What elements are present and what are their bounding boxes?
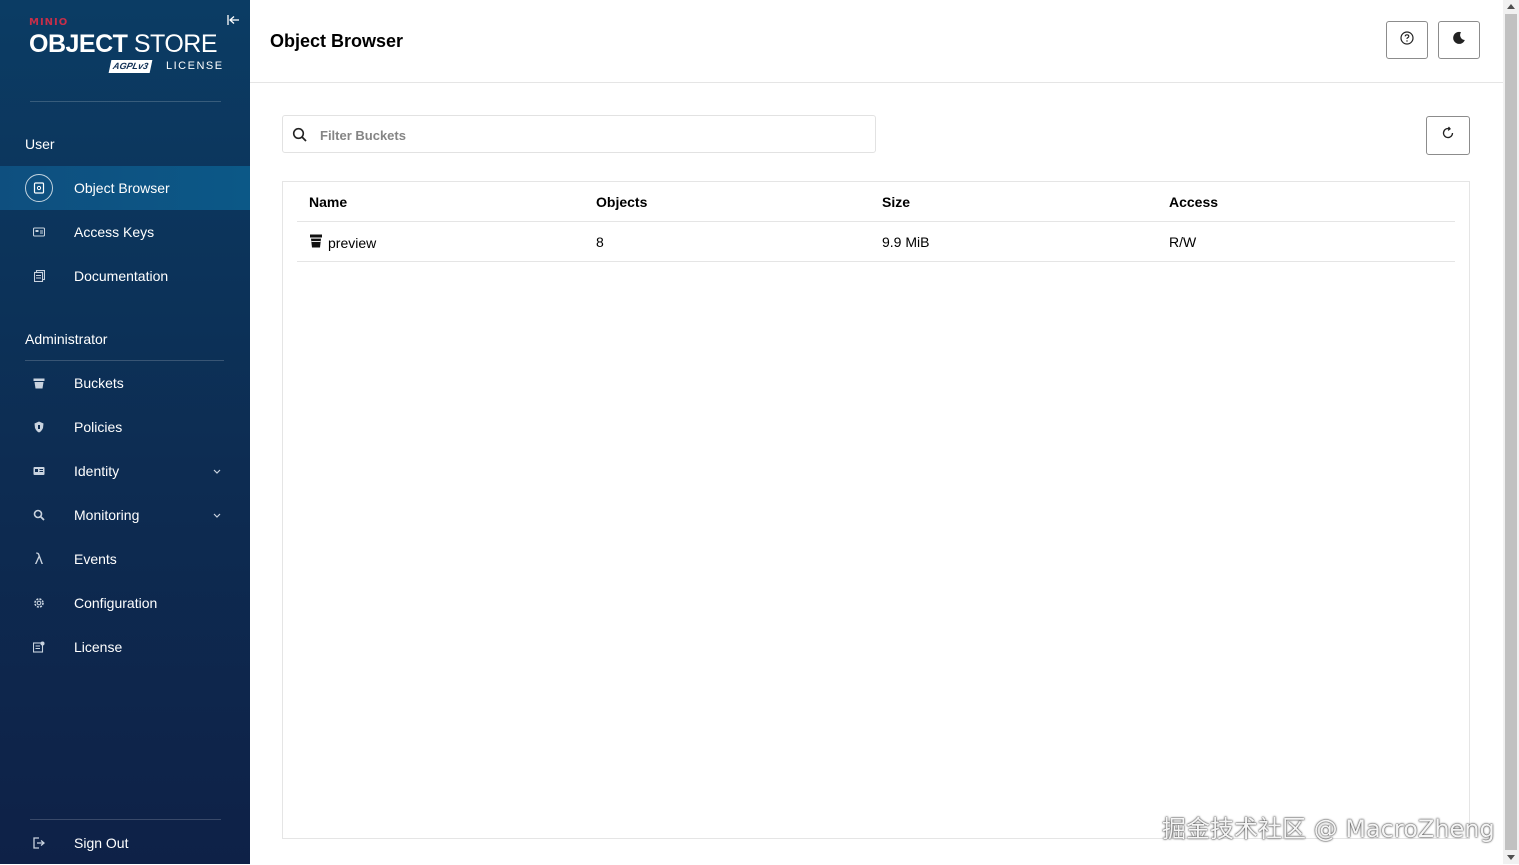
minio-logo: MINIO OBJECT STORE AGPLv3 LICENSE [29,17,229,77]
logo-divider [30,101,221,102]
bucket-icon [309,234,323,251]
agpl-badge: AGPLv3 [108,60,153,73]
sidebar-item-label: Configuration [74,595,158,611]
id-card-icon [25,457,53,485]
document-icon [25,262,53,290]
sidebar-item-label: Policies [74,419,123,435]
shield-icon [25,413,53,441]
sidebar: MINIO OBJECT STORE AGPLv3 LICENSE User O… [0,0,250,864]
sidebar-item-label: Monitoring [74,507,140,523]
sidebar-item-label: Object Browser [74,180,170,196]
sidebar-item-identity[interactable]: Identity [0,449,250,493]
sidebar-item-configuration[interactable]: Configuration [0,581,250,625]
sidebar-item-buckets[interactable]: Buckets [0,361,250,405]
logo-product: OBJECT STORE [29,30,218,59]
help-button[interactable] [1386,21,1428,59]
column-header-access[interactable]: Access [1169,194,1218,210]
admin-section-title: Administrator [25,331,108,347]
buckets-table: Name Objects Size Access preview 8 9.9 M… [282,181,1470,839]
filter-buckets-box [282,115,876,154]
magnifier-icon [25,501,53,529]
logo-product-light: STORE [133,30,218,58]
gear-icon [25,589,53,617]
chevron-down-icon[interactable] [212,466,222,476]
key-icon [25,218,53,246]
sidebar-item-license[interactable]: License [0,625,250,669]
scroll-down-icon[interactable] [1507,855,1515,860]
table-row[interactable]: preview 8 9.9 MiB R/W [297,222,1455,262]
sidebar-item-label: Documentation [74,268,169,284]
bucket-name-cell: preview [309,234,376,251]
main-content: Name Objects Size Access preview 8 9.9 M… [250,83,1503,864]
signout-divider [30,819,221,820]
logo-brand: MINIO [29,17,69,28]
sidebar-item-label: Access Keys [74,224,155,240]
bucket-access: R/W [1169,234,1197,250]
column-header-name[interactable]: Name [309,194,347,210]
sidebar-item-label: Events [74,551,117,567]
bucket-icon [25,369,53,397]
bucket-name: preview [328,234,377,251]
bucket-objects: 8 [596,234,604,250]
column-header-objects[interactable]: Objects [596,194,647,210]
page-scrollbar[interactable] [1503,0,1519,864]
object-browser-icon [25,174,53,202]
sign-out-icon [25,829,53,857]
sidebar-item-events[interactable]: λ Events [0,537,250,581]
sign-out-button[interactable]: Sign Out [0,821,250,865]
refresh-icon [1441,126,1455,145]
sidebar-item-monitoring[interactable]: Monitoring [0,493,250,537]
logo-product-bold: OBJECT [29,30,128,58]
sidebar-item-policies[interactable]: Policies [0,405,250,449]
help-icon [1400,30,1414,50]
logo-license: LICENSE [166,60,224,72]
watermark: 掘金技术社区 @ MacroZheng [1162,815,1495,843]
sidebar-item-object-browser[interactable]: Object Browser [0,166,250,210]
sidebar-item-label: License [74,639,123,655]
sidebar-item-documentation[interactable]: Documentation [0,254,250,298]
sign-out-label: Sign Out [74,835,129,851]
sidebar-item-label: Identity [74,463,120,479]
bucket-size: 9.9 MiB [882,234,930,250]
dark-mode-button[interactable] [1438,21,1480,59]
sidebar-item-access-keys[interactable]: Access Keys [0,210,250,254]
license-icon [25,633,53,661]
scrollbar-thumb[interactable] [1505,14,1517,850]
scroll-up-icon[interactable] [1507,4,1515,9]
lambda-icon: λ [34,550,44,568]
filter-buckets-input[interactable] [318,116,862,154]
page-header: Object Browser [250,0,1503,83]
user-section-title: User [25,136,55,152]
moon-icon [1452,31,1466,50]
refresh-button[interactable] [1426,116,1470,155]
chevron-down-icon[interactable] [212,510,222,520]
column-header-size[interactable]: Size [882,194,910,210]
page-title: Object Browser [270,31,404,51]
search-icon [292,127,308,143]
sidebar-item-label: Buckets [74,375,124,391]
